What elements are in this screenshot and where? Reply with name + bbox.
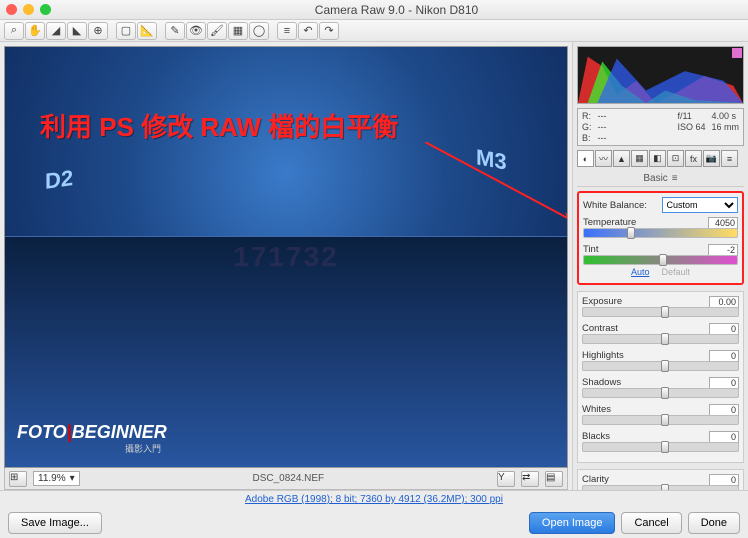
tab-camera[interactable]: 📷 bbox=[703, 150, 720, 167]
tab-basic[interactable]: ◐ bbox=[577, 150, 594, 167]
overlay-arrow-icon bbox=[425, 142, 568, 222]
zoom-tool-icon[interactable]: ⌕ bbox=[4, 22, 24, 40]
minimize-window-button[interactable] bbox=[23, 4, 34, 15]
filmstrip-toggle-icon[interactable]: ⊞ bbox=[9, 471, 27, 487]
tab-fx[interactable]: fx bbox=[685, 150, 702, 167]
slider-contrast[interactable] bbox=[582, 334, 739, 344]
target-adjust-tool-icon[interactable]: ⊕ bbox=[88, 22, 108, 40]
panel-menu-icon[interactable]: ≡ bbox=[672, 173, 678, 184]
maximize-window-button[interactable] bbox=[40, 4, 51, 15]
watermark-brand: FOTO|BEGINNER bbox=[17, 422, 167, 443]
tab-curve[interactable]: 〰 bbox=[595, 150, 612, 167]
brush-tool-icon[interactable]: 🖌 bbox=[207, 22, 227, 40]
prefs-icon[interactable]: ≡ bbox=[277, 22, 297, 40]
workflow-link[interactable]: Adobe RGB (1998); 8 bit; 7360 by 4912 (3… bbox=[0, 491, 748, 508]
redeye-tool-icon[interactable]: 👁 bbox=[186, 22, 206, 40]
preview-stack-icon[interactable]: ▤ bbox=[545, 471, 563, 487]
white-balance-group: White Balance: Custom Temperature4050 Ti… bbox=[577, 191, 744, 285]
save-image-button[interactable]: Save Image... bbox=[8, 512, 102, 534]
footer: Adobe RGB (1998); 8 bit; 7360 by 4912 (3… bbox=[0, 490, 748, 533]
exif-info: R:---f/114.00 s G:---ISO 6416 mm B:--- bbox=[577, 108, 744, 146]
slider-clarity[interactable] bbox=[582, 485, 739, 490]
done-button[interactable]: Done bbox=[688, 512, 740, 534]
gradient-tool-icon[interactable]: ▦ bbox=[228, 22, 248, 40]
panel-header: Basic≡ bbox=[577, 171, 744, 187]
close-window-button[interactable] bbox=[6, 4, 17, 15]
temp-slider[interactable] bbox=[583, 228, 738, 238]
crop-tool-icon[interactable]: ▢ bbox=[116, 22, 136, 40]
preview-status-row: ⊞ 11.9%▾ DSC_0824.NEF Y ⇄ ▤ bbox=[4, 468, 568, 490]
filename-label: DSC_0824.NEF bbox=[86, 473, 491, 484]
cancel-button[interactable]: Cancel bbox=[621, 512, 681, 534]
watermark-number: 171732 bbox=[233, 241, 338, 273]
slider-blacks[interactable] bbox=[582, 442, 739, 452]
straighten-tool-icon[interactable]: 📐 bbox=[137, 22, 157, 40]
titlebar: Camera Raw 9.0 - Nikon D810 bbox=[0, 0, 748, 20]
slider-exposure[interactable] bbox=[582, 307, 739, 317]
wb-label: White Balance: bbox=[583, 200, 658, 211]
tab-hsl[interactable]: ▦ bbox=[631, 150, 648, 167]
radial-tool-icon[interactable]: ◯ bbox=[249, 22, 269, 40]
overlay-annotation-text: 利用 PS 修改 RAW 檔的白平衡 bbox=[40, 107, 398, 144]
slider-highlights[interactable] bbox=[582, 361, 739, 371]
tint-slider[interactable] bbox=[583, 255, 738, 265]
histogram[interactable] bbox=[577, 46, 744, 104]
tone-group: Exposure0.00Contrast0Highlights0Shadows0… bbox=[577, 291, 744, 463]
tab-detail[interactable]: ▲ bbox=[613, 150, 630, 167]
color-sampler-tool-icon[interactable]: ◣ bbox=[67, 22, 87, 40]
preview-swap-icon[interactable]: ⇄ bbox=[521, 471, 539, 487]
white-balance-tool-icon[interactable]: ◢ bbox=[46, 22, 66, 40]
slider-whites[interactable] bbox=[582, 415, 739, 425]
default-link: Default bbox=[661, 267, 690, 277]
rotate-cw-icon[interactable]: ↷ bbox=[319, 22, 339, 40]
watermark-subtitle: 攝影入門 bbox=[125, 442, 161, 455]
auto-link[interactable]: Auto bbox=[631, 267, 650, 277]
top-toolbar: ⌕ ✋ ◢ ◣ ⊕ ▢ 📐 ✎ 👁 🖌 ▦ ◯ ≡ ↶ ↷ bbox=[0, 20, 748, 42]
open-image-button[interactable]: Open Image bbox=[529, 512, 616, 534]
rotate-ccw-icon[interactable]: ↶ bbox=[298, 22, 318, 40]
hand-tool-icon[interactable]: ✋ bbox=[25, 22, 45, 40]
wb-select[interactable]: Custom bbox=[662, 197, 739, 213]
tab-split[interactable]: ◧ bbox=[649, 150, 666, 167]
preview-mode-icon[interactable]: Y bbox=[497, 471, 515, 487]
tab-lens[interactable]: ⊡ bbox=[667, 150, 684, 167]
spot-tool-icon[interactable]: ✎ bbox=[165, 22, 185, 40]
image-preview[interactable]: D2 M3 171732 利用 PS 修改 RAW 檔的白平衡 FOTO|BEG… bbox=[4, 46, 568, 468]
sign-d2: D2 bbox=[45, 165, 73, 195]
highlight-clip-icon[interactable] bbox=[732, 48, 742, 58]
panel-tabs: ◐ 〰 ▲ ▦ ◧ ⊡ fx 📷 ≡ bbox=[577, 150, 744, 167]
slider-shadows[interactable] bbox=[582, 388, 739, 398]
window-title: Camera Raw 9.0 - Nikon D810 bbox=[51, 3, 742, 17]
zoom-level-select[interactable]: 11.9%▾ bbox=[33, 471, 80, 486]
tab-presets[interactable]: ≡ bbox=[721, 150, 738, 167]
presence-group: Clarity0Vibrance0Saturation0 bbox=[577, 469, 744, 490]
